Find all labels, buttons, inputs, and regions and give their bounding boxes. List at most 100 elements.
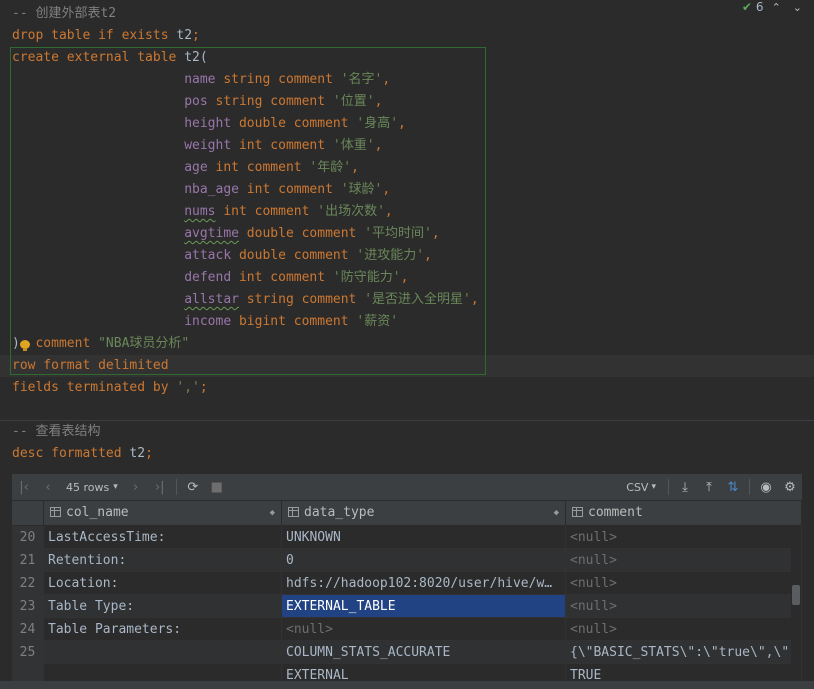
toolbar-divider — [668, 479, 669, 495]
code-token: "NBA球员分析" — [98, 336, 190, 351]
code-line[interactable]: attack double comment '进攻能力', — [12, 245, 432, 267]
cell-data-type[interactable]: UNKNOWN — [282, 526, 566, 549]
table-row[interactable]: 25 COLUMN_STATS_ACCURATE {\"BASIC_STATS\":… — [12, 641, 802, 664]
code-line[interactable]: avgtime double comment '平均时间', — [12, 223, 440, 245]
row-number-header — [12, 501, 44, 525]
cell-col-name[interactable]: Location: — [44, 572, 282, 595]
code-token: double comment — [231, 248, 357, 263]
code-line[interactable]: drop table if exists t2; — [12, 25, 200, 47]
code-token: -- 创建外部表t2 — [12, 6, 117, 21]
code-token: age — [184, 160, 208, 175]
code-line[interactable]: nums int comment '出场次数', — [12, 201, 393, 223]
cell-data-type[interactable]: <null> — [282, 618, 566, 641]
code-token: int comment — [215, 204, 318, 219]
export-format-select[interactable]: CSV ▾ — [618, 481, 664, 494]
intention-bulb-icon[interactable] — [20, 340, 30, 352]
vertical-scrollbar[interactable] — [791, 525, 801, 689]
cell-comment[interactable]: <null> — [566, 526, 802, 549]
cell-col-name[interactable]: Table Type: — [44, 595, 282, 618]
code-line[interactable]: row format delimited — [12, 355, 169, 377]
code-line[interactable]: allstar string comment '是否进入全明星', — [12, 289, 479, 311]
row-number: 24 — [12, 618, 44, 641]
code-token: , — [384, 204, 393, 219]
code-token: income — [184, 314, 232, 329]
compare-icon[interactable]: ⇅ — [721, 475, 745, 499]
cell-col-name[interactable]: Table Parameters: — [44, 618, 282, 641]
stop-icon[interactable]: ■ — [205, 475, 229, 499]
cell-data-type[interactable]: 0 — [282, 549, 566, 572]
code-line[interactable]: pos string comment '位置', — [12, 91, 382, 113]
code-line[interactable]: -- 查看表结构 — [12, 421, 100, 443]
table-row[interactable]: 24 Table Parameters: <null> <null> — [12, 618, 802, 641]
sort-icon[interactable]: ◆ — [554, 501, 559, 525]
code-line[interactable]: height double comment '身高', — [12, 113, 406, 135]
column-header-col-name[interactable]: col_name ◆ — [44, 501, 282, 525]
table-row[interactable]: 21 Retention: 0 <null> — [12, 549, 802, 572]
cell-data-type[interactable]: EXTERNAL_TABLE — [282, 595, 566, 618]
previous-page-icon[interactable]: ‹ — [36, 475, 60, 499]
code-token: defend — [184, 270, 232, 285]
next-page-icon[interactable]: › — [124, 475, 148, 499]
code-token: '名字' — [340, 72, 383, 87]
code-line[interactable]: create external table t2( — [12, 47, 208, 69]
code-line[interactable]: ) comment "NBA球员分析" — [12, 333, 189, 355]
refresh-icon[interactable]: ⟳ — [181, 475, 205, 499]
check-icon: ✔ — [741, 0, 752, 14]
code-token: string comment — [215, 72, 341, 87]
code-token: '体重' — [332, 138, 375, 153]
code-line[interactable]: name string comment '名字', — [12, 69, 390, 91]
code-line[interactable]: desc formatted t2; — [12, 443, 153, 465]
chevron-down-icon: ▾ — [651, 482, 656, 492]
column-header-data-type[interactable]: data_type ◆ — [282, 501, 566, 525]
page-size-select[interactable]: 45 rows ▾ — [66, 481, 118, 494]
table-row[interactable]: 22 Location: hdfs://hadoop102:8020/user/hi… — [12, 572, 802, 595]
code-token: ; — [192, 28, 200, 43]
cell-comment[interactable]: {\"BASIC_STATS\":\"true\",\" — [566, 641, 802, 664]
eye-icon[interactable]: ◉ — [754, 475, 778, 499]
cell-col-name[interactable] — [44, 641, 282, 664]
cell-comment[interactable]: <null> — [566, 595, 802, 618]
sort-icon[interactable]: ◆ — [270, 501, 275, 525]
code-token: double comment — [238, 226, 365, 241]
chevron-down-icon: ▾ — [113, 482, 118, 492]
upload-icon[interactable]: ⤒ — [697, 475, 721, 499]
table-row[interactable]: 23 Table Type: EXTERNAL_TABLE <null> — [12, 595, 802, 618]
cell-col-name[interactable]: Retention: — [44, 549, 282, 572]
row-number: 22 — [12, 572, 44, 595]
code-token: , — [431, 226, 440, 241]
code-token: string comment — [207, 94, 333, 109]
cell-comment[interactable]: <null> — [566, 549, 802, 572]
cell-comment[interactable]: <null> — [566, 572, 802, 595]
cell-data-type[interactable]: hdfs://hadoop102:8020/user/hive/w… — [282, 572, 566, 595]
code-token: height — [184, 116, 232, 131]
table-row[interactable]: 20 LastAccessTime: UNKNOWN <null> — [12, 526, 802, 549]
cell-col-name[interactable]: LastAccessTime: — [44, 526, 282, 549]
chevron-up-icon[interactable]: ⌃ — [768, 1, 785, 14]
code-token: create external table — [12, 50, 185, 65]
cell-comment[interactable]: <null> — [566, 618, 802, 641]
download-icon[interactable]: ⤓ — [673, 475, 697, 499]
cell-data-type[interactable]: COLUMN_STATS_ACCURATE — [282, 641, 566, 664]
code-line[interactable]: income bigint comment '薪资' — [12, 311, 398, 333]
code-line[interactable]: age int comment '年龄', — [12, 157, 359, 179]
first-page-icon[interactable]: |‹ — [12, 475, 36, 499]
code-line[interactable]: weight int comment '体重', — [12, 135, 382, 157]
code-line[interactable]: fields terminated by ','; — [12, 377, 208, 399]
code-token: '球龄' — [340, 182, 383, 197]
sql-editor[interactable]: -- 创建外部表t2 drop table if exists t2; create… — [0, 0, 814, 470]
column-header-comment[interactable]: comment — [566, 501, 802, 525]
chevron-down-icon[interactable]: ⌄ — [789, 1, 806, 14]
code-token: , — [351, 160, 359, 175]
code-token: , — [382, 182, 391, 197]
code-line[interactable]: -- 创建外部表t2 — [12, 3, 116, 25]
last-page-icon[interactable]: ›| — [148, 475, 172, 499]
scrollbar-thumb[interactable] — [792, 585, 800, 605]
code-line[interactable]: nba_age int comment '球龄', — [12, 179, 390, 201]
inspection-indicator[interactable]: ✔ 6 ⌃ ⌄ — [737, 0, 814, 14]
code-token: name — [184, 72, 216, 87]
gear-icon[interactable]: ⚙ — [778, 475, 802, 499]
code-line[interactable]: defend int comment '防守能力', — [12, 267, 408, 289]
